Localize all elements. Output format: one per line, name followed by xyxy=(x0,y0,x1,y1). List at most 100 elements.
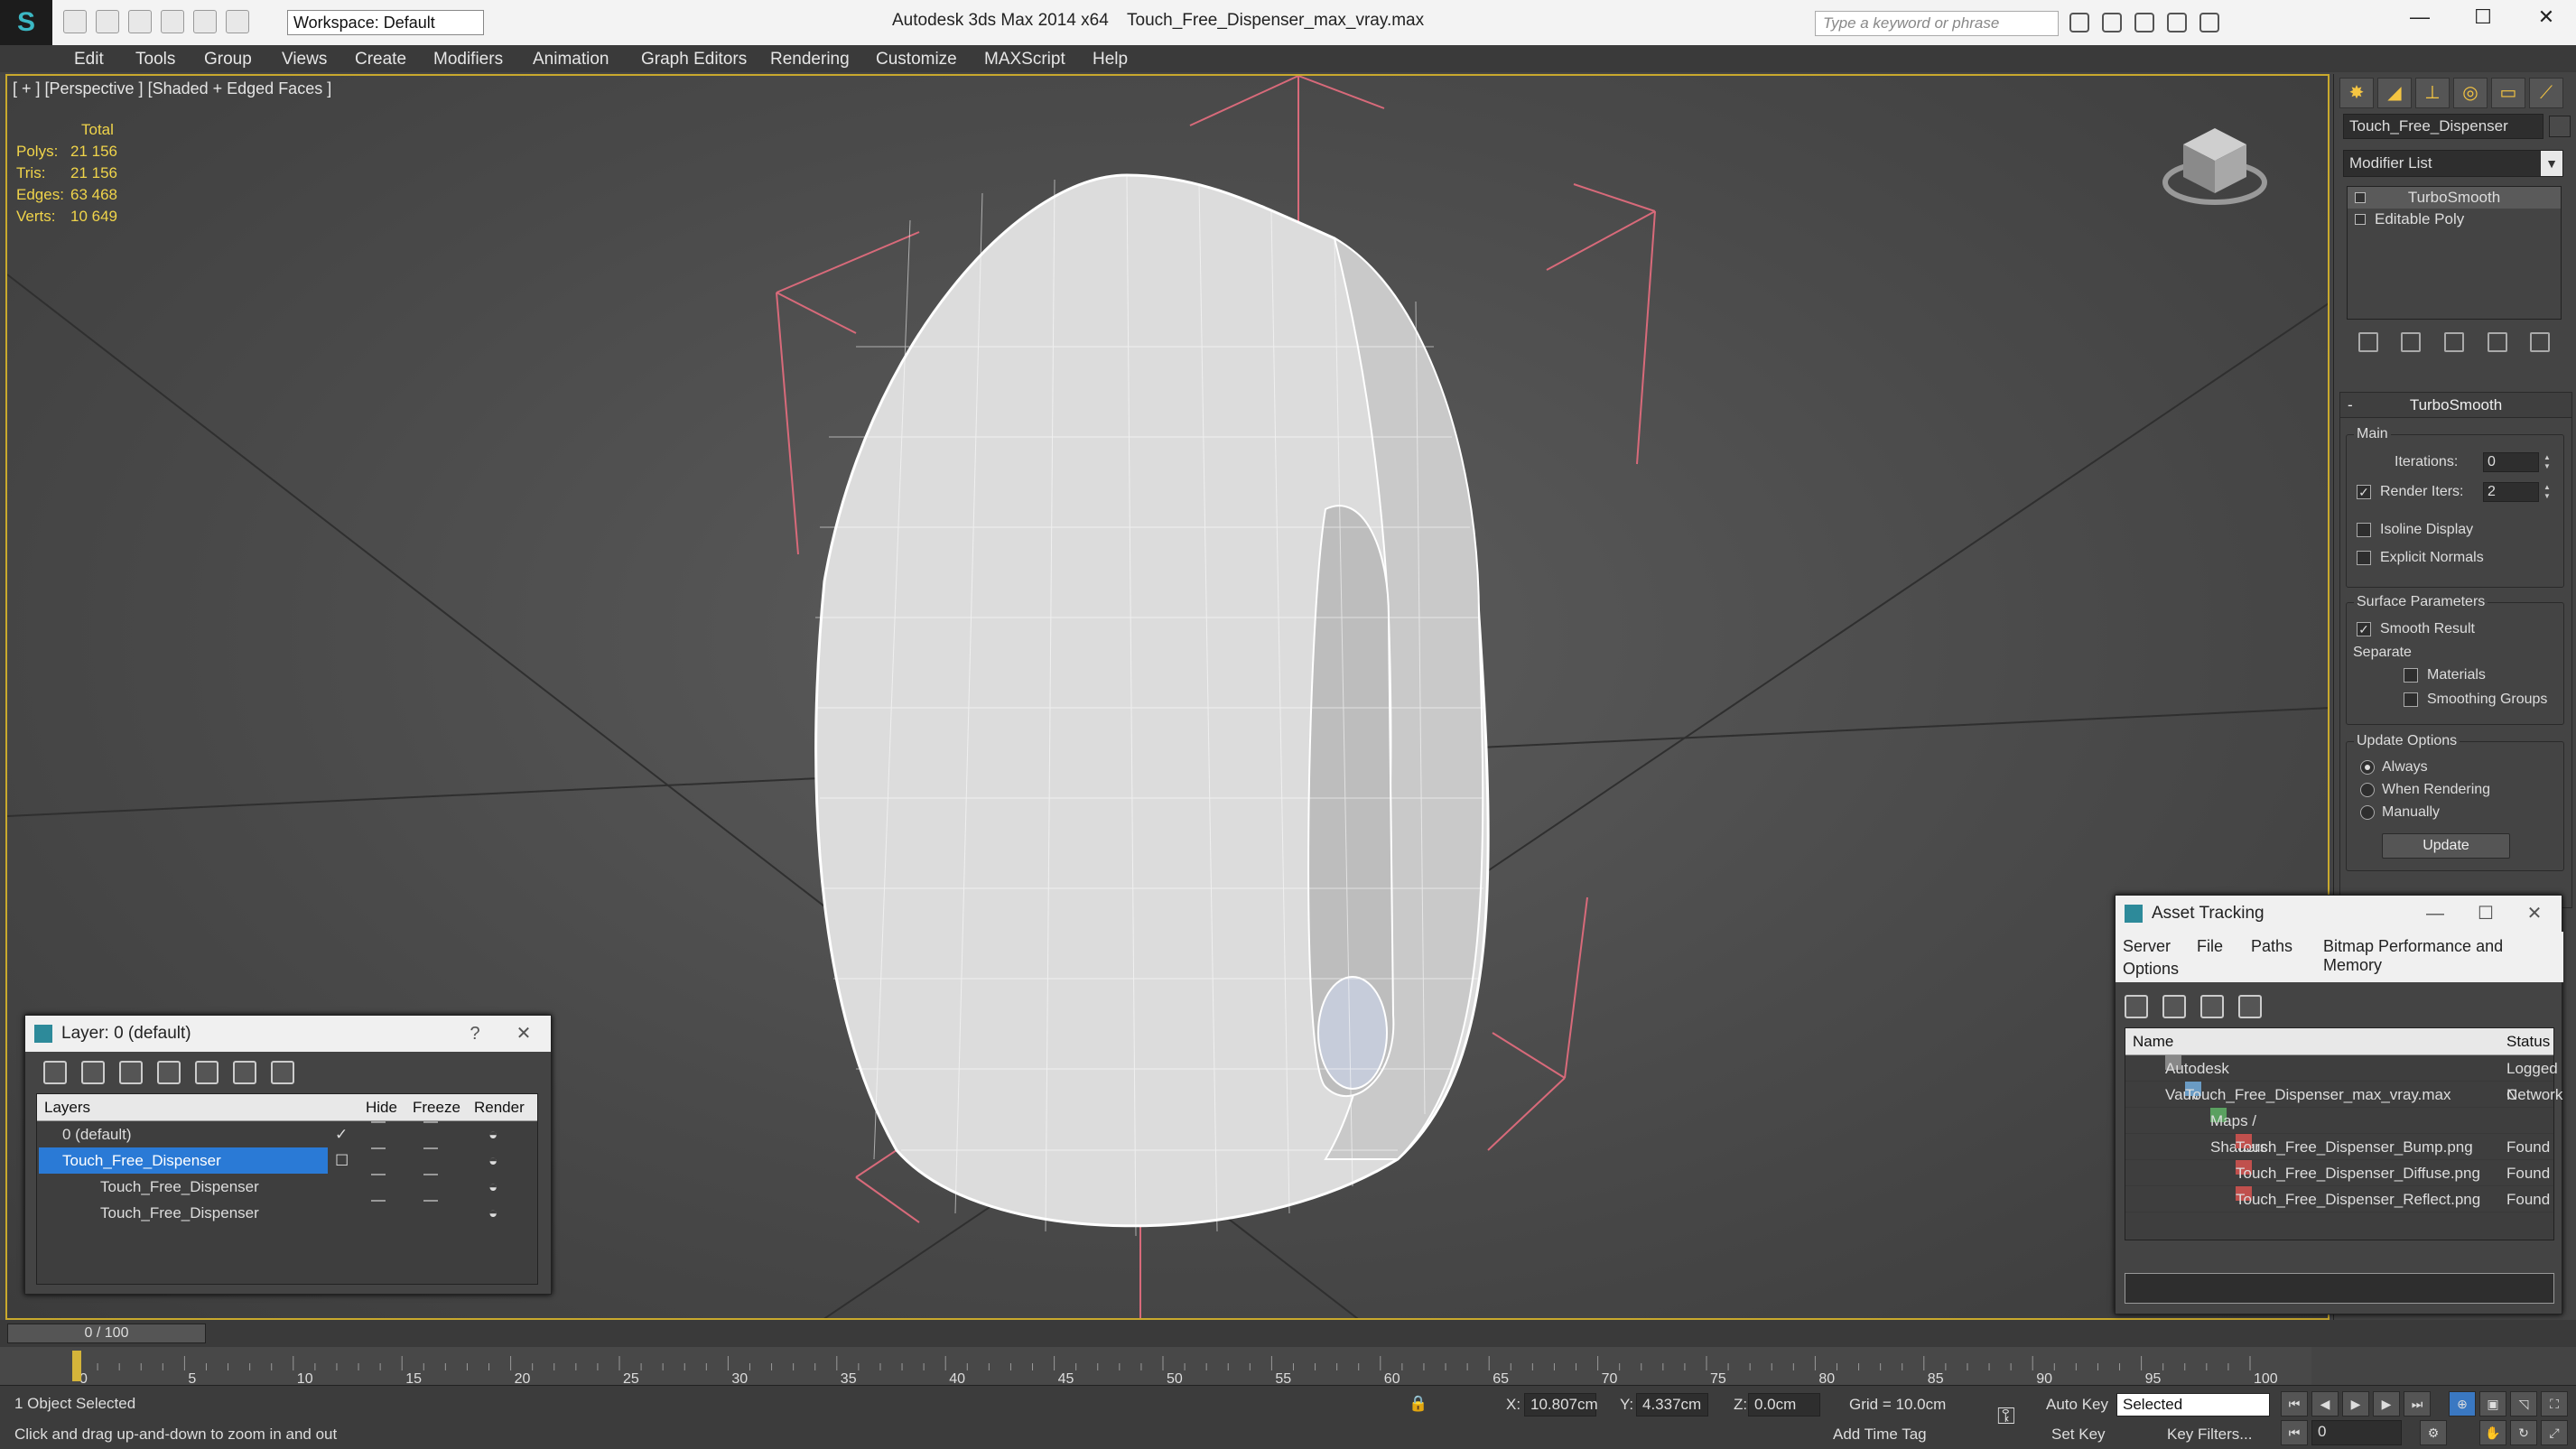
iterations-spinner[interactable]: 0 xyxy=(2483,452,2554,472)
help-button[interactable]: ? xyxy=(457,1016,493,1052)
menu-create[interactable]: Create xyxy=(355,50,406,70)
current-time-marker[interactable] xyxy=(72,1351,81,1381)
pan-icon[interactable]: ✋ xyxy=(2479,1420,2506,1445)
new-file-icon[interactable] xyxy=(63,10,87,33)
key-filters-button[interactable]: Key Filters... xyxy=(2167,1426,2252,1444)
time-slider[interactable]: 0 / 100 xyxy=(7,1324,206,1343)
maximize-viewport-icon[interactable]: ⛶ xyxy=(2541,1391,2568,1416)
asset-row-bump[interactable]: Touch_Free_Dispenser_Bump.png Found xyxy=(2125,1134,2553,1160)
viewport-label[interactable]: [ + ] [Perspective ] [Shaded + Edged Fac… xyxy=(13,79,331,98)
motion-tab-icon[interactable]: ◎ xyxy=(2453,78,2488,108)
viewcube-icon[interactable] xyxy=(2156,110,2274,218)
col-layers[interactable]: Layers xyxy=(44,1094,90,1121)
z-coordinate-field[interactable]: 0.0cm xyxy=(1748,1393,1820,1416)
col-freeze[interactable]: Freeze xyxy=(413,1094,460,1121)
make-unique-icon[interactable] xyxy=(2443,332,2464,352)
x-coordinate-field[interactable]: 10.807cm xyxy=(1524,1393,1598,1416)
current-frame-field[interactable]: 0 xyxy=(2311,1420,2402,1445)
asset-menu-server[interactable]: Server xyxy=(2123,937,2171,956)
asset-menu-file[interactable]: File xyxy=(2197,937,2223,956)
key-mode-icon[interactable]: ⏮ xyxy=(2281,1420,2308,1445)
refresh-icon[interactable] xyxy=(2125,995,2148,1018)
asset-path-field[interactable] xyxy=(2125,1273,2554,1304)
redo-icon[interactable] xyxy=(193,10,217,33)
asset-close-button[interactable]: ✕ xyxy=(2516,896,2553,932)
menu-modifiers[interactable]: Modifiers xyxy=(433,50,503,70)
when-rendering-radio[interactable] xyxy=(2360,783,2375,797)
next-frame-icon[interactable]: ▶ xyxy=(2373,1391,2400,1416)
show-end-result-icon[interactable] xyxy=(2401,332,2422,352)
object-color-swatch[interactable] xyxy=(2549,116,2571,137)
subscription-icon[interactable] xyxy=(2102,13,2122,33)
undo-icon[interactable] xyxy=(161,10,184,33)
project-folder-icon[interactable] xyxy=(226,10,249,33)
layer-row-default[interactable]: 0 (default) ✓ ◒ xyxy=(37,1121,537,1147)
list-view-icon[interactable] xyxy=(2162,995,2186,1018)
render-teapot-icon[interactable]: ◒ xyxy=(488,1147,498,1174)
add-to-layer-icon[interactable] xyxy=(119,1061,143,1084)
expand-icon[interactable] xyxy=(2355,214,2366,225)
binoculars-icon[interactable] xyxy=(2069,13,2089,33)
asset-row-maps[interactable]: Maps / Shaders xyxy=(2125,1108,2553,1156)
remove-modifier-icon[interactable] xyxy=(2487,332,2507,352)
asset-maximize-button[interactable]: ☐ xyxy=(2468,896,2504,932)
selection-set-dropdown[interactable]: Selected xyxy=(2116,1393,2270,1416)
pin-stack-icon[interactable] xyxy=(2357,332,2378,352)
render-iters-checkbox[interactable]: ✓ xyxy=(2357,485,2371,499)
stack-item-editable-poly[interactable]: Editable Poly xyxy=(2348,209,2561,230)
asset-menu-bitmap[interactable]: Bitmap Performance and Memory xyxy=(2323,937,2563,975)
hide-all-layers-icon[interactable] xyxy=(233,1061,256,1084)
always-radio[interactable] xyxy=(2360,760,2375,775)
smoothing-groups-checkbox[interactable] xyxy=(2404,692,2418,707)
asset-row-vault[interactable]: Autodesk Vault Logged C xyxy=(2125,1055,2558,1103)
workspace-dropdown[interactable]: Workspace: Default xyxy=(287,10,484,35)
render-teapot-icon[interactable]: ◒ xyxy=(488,1121,498,1147)
display-tab-icon[interactable]: ▭ xyxy=(2491,78,2525,108)
explicit-normals-checkbox[interactable] xyxy=(2357,551,2371,565)
configure-sets-icon[interactable] xyxy=(2530,332,2551,352)
communication-icon[interactable] xyxy=(2134,13,2154,33)
smooth-result-checkbox[interactable]: ✓ xyxy=(2357,622,2371,636)
asset-minimize-button[interactable]: — xyxy=(2417,896,2453,932)
zoom-extents-icon[interactable]: ▣ xyxy=(2479,1391,2506,1416)
menu-help[interactable]: Help xyxy=(1093,50,1128,70)
maximize-toggle-icon[interactable]: ⤢ xyxy=(2541,1420,2568,1445)
rollout-title[interactable]: - TurboSmooth xyxy=(2340,393,2571,418)
col-status[interactable]: Status xyxy=(2506,1028,2550,1055)
set-key-button[interactable]: Set Key xyxy=(2051,1426,2106,1444)
render-teapot-icon[interactable]: ◒ xyxy=(488,1174,498,1200)
render-iters-spinner[interactable]: 2 xyxy=(2483,482,2554,502)
go-to-end-icon[interactable]: ⏭ xyxy=(2404,1391,2431,1416)
freeze-all-layers-icon[interactable] xyxy=(271,1061,294,1084)
favorites-star-icon[interactable] xyxy=(2167,13,2187,33)
orbit-icon[interactable]: ↻ xyxy=(2510,1420,2537,1445)
go-to-start-icon[interactable]: ⏮ xyxy=(2281,1391,2308,1416)
menu-tools[interactable]: Tools xyxy=(135,50,175,70)
dialog-close-button[interactable]: ✕ xyxy=(506,1016,542,1052)
delete-layer-icon[interactable] xyxy=(81,1061,105,1084)
materials-checkbox[interactable] xyxy=(2404,668,2418,683)
open-file-icon[interactable] xyxy=(96,10,119,33)
previous-frame-icon[interactable]: ◀ xyxy=(2311,1391,2339,1416)
create-layer-icon[interactable] xyxy=(43,1061,67,1084)
table-view-icon[interactable] xyxy=(2238,995,2262,1018)
menu-group[interactable]: Group xyxy=(204,50,252,70)
menu-graph-editors[interactable]: Graph Editors xyxy=(641,50,747,70)
utilities-tab-icon[interactable]: ⟋ xyxy=(2529,78,2563,108)
object-row[interactable]: Touch_Free_Dispenser ◒ xyxy=(37,1200,537,1226)
hierarchy-tab-icon[interactable]: ⊥ xyxy=(2415,78,2450,108)
key-icon[interactable]: ⚿ xyxy=(1997,1402,2015,1431)
lock-selection-icon[interactable]: 🔒 xyxy=(1409,1395,1427,1413)
zoom-icon[interactable]: ⊕ xyxy=(2449,1391,2476,1416)
play-icon[interactable]: ▶ xyxy=(2342,1391,2369,1416)
y-coordinate-field[interactable]: 4.337cm xyxy=(1636,1393,1708,1416)
create-tab-icon[interactable]: ✸ xyxy=(2339,78,2374,108)
update-button[interactable]: Update xyxy=(2382,833,2510,859)
lightbulb-icon[interactable] xyxy=(2355,192,2366,203)
auto-key-button[interactable]: Auto Key xyxy=(2046,1396,2108,1414)
modifier-list-dropdown[interactable]: Modifier List ▼ xyxy=(2343,150,2563,177)
search-input[interactable]: Type a keyword or phrase xyxy=(1815,11,2059,36)
asset-row-maxfile[interactable]: Touch_Free_Dispenser_max_vray.max Network xyxy=(2125,1082,2562,1108)
layer-checkbox-icon[interactable]: ☐ xyxy=(335,1147,349,1174)
modify-tab-icon[interactable]: ◢ xyxy=(2377,78,2412,108)
